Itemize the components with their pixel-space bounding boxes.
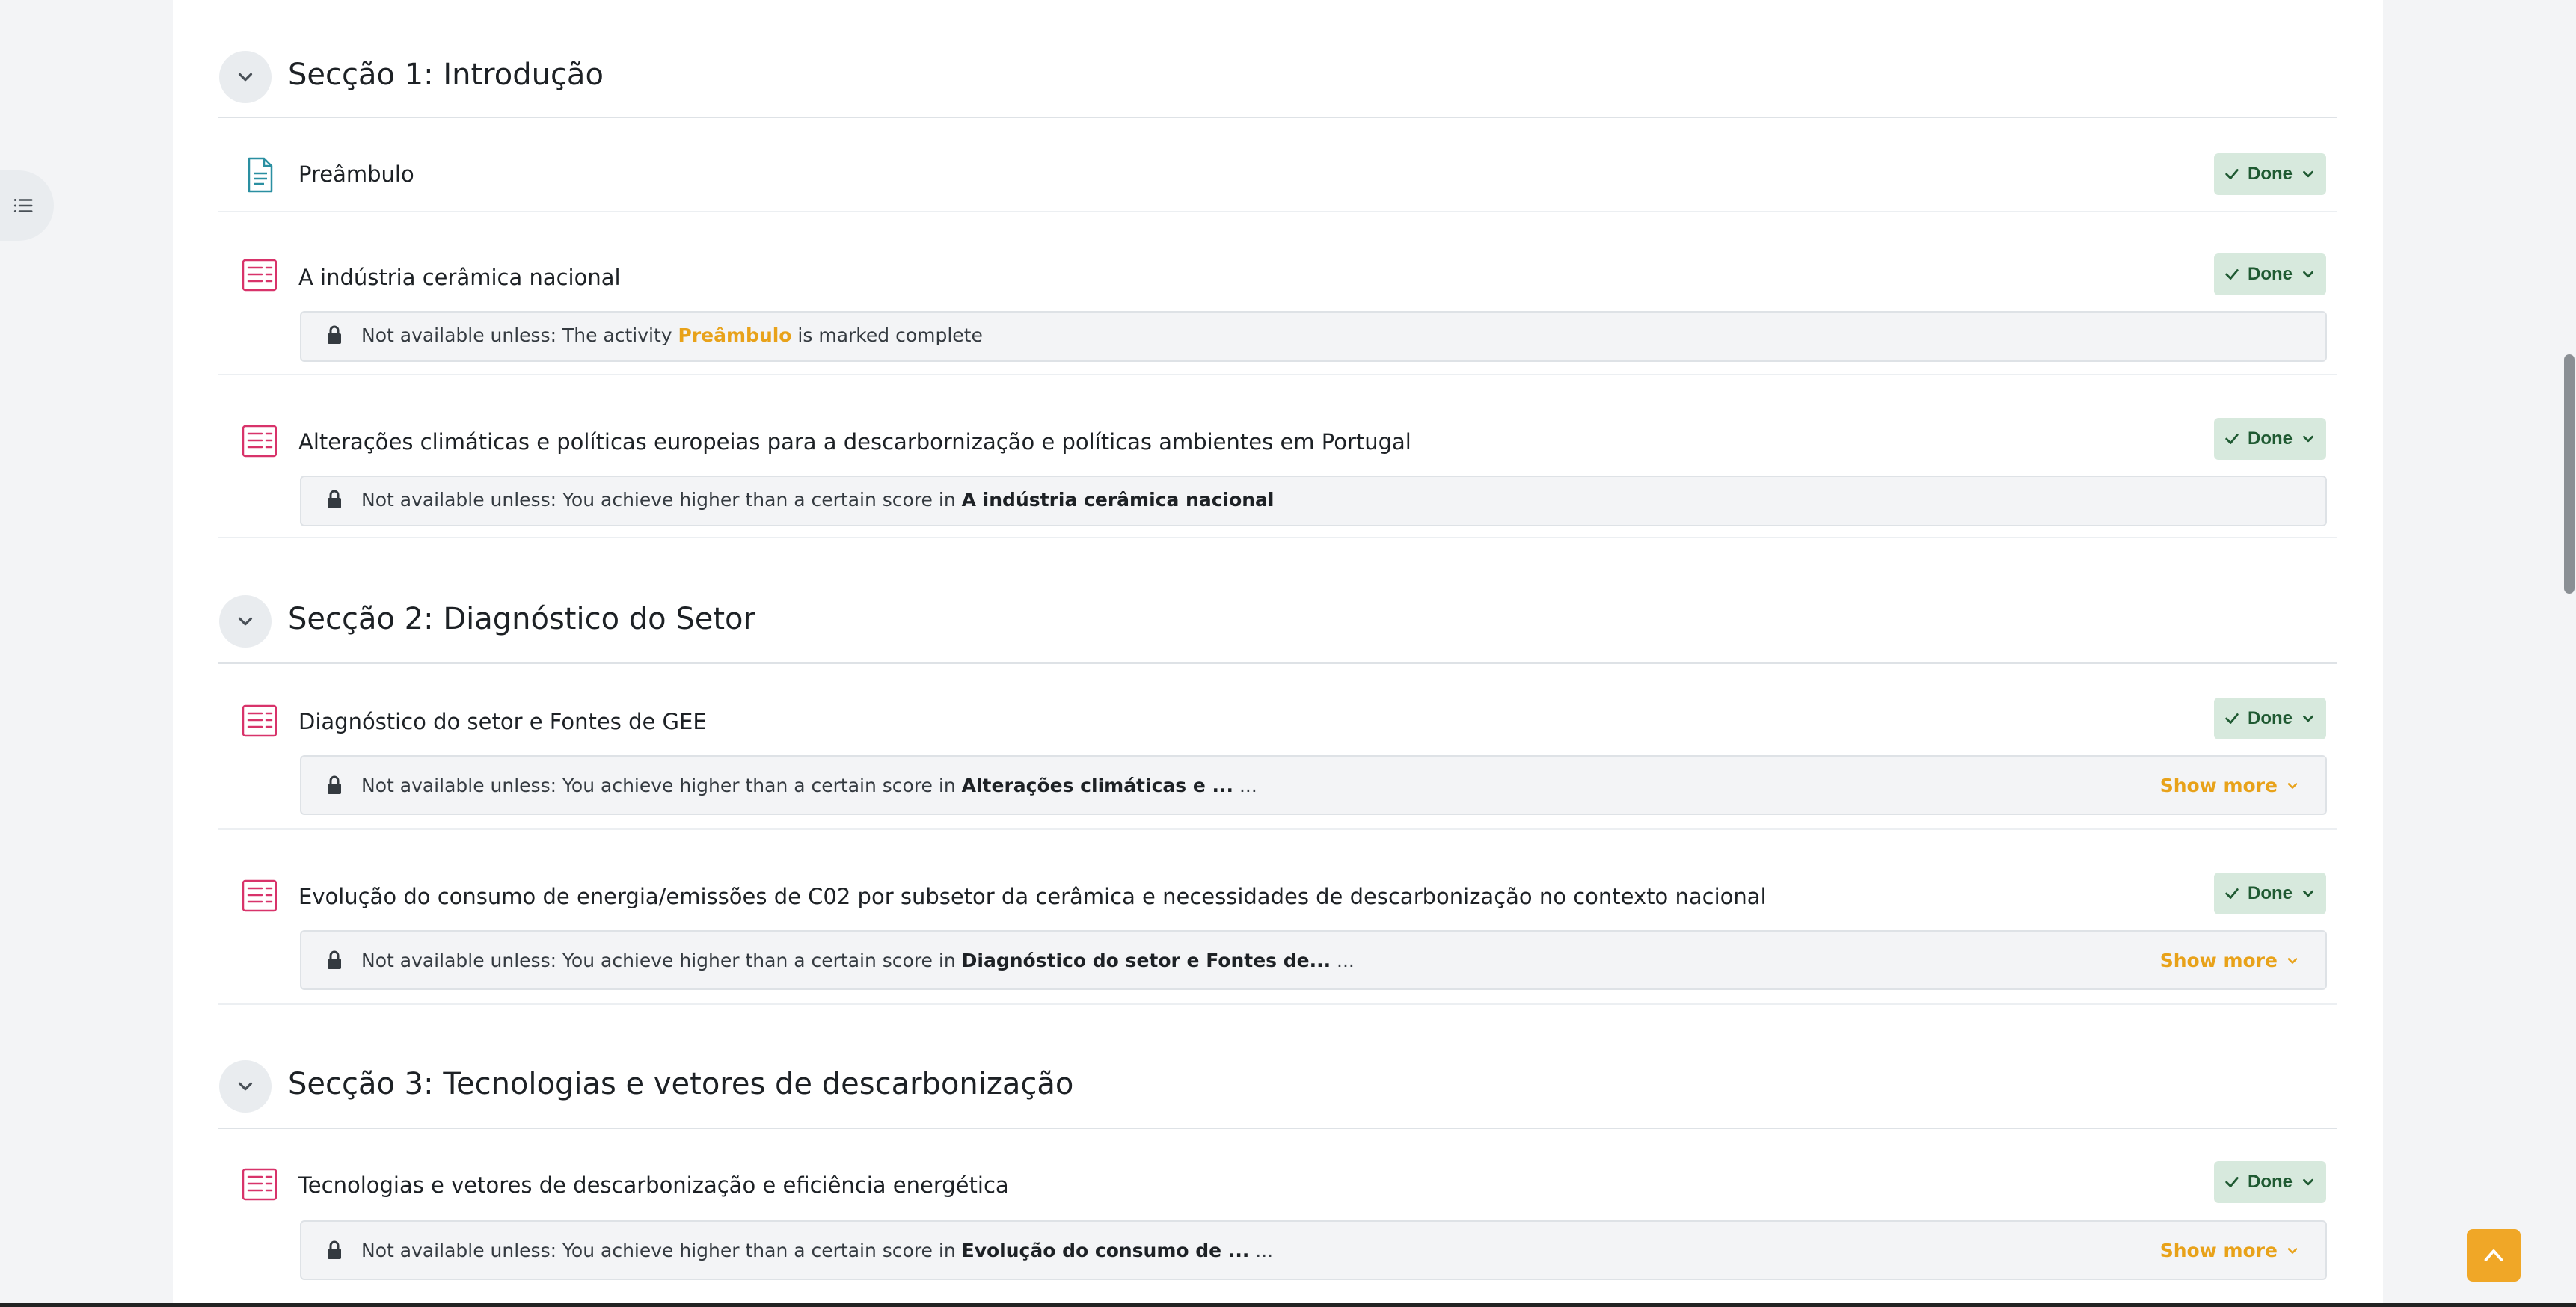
activity-tecnologias-vetores: Tecnologias e vetores de descarbonização…	[218, 1129, 2337, 1303]
done-label: Done	[2248, 708, 2293, 728]
section-3-collapse-button[interactable]	[219, 1060, 272, 1113]
done-label: Done	[2248, 264, 2293, 284]
chevron-down-icon	[238, 1082, 253, 1091]
restriction-info: Not available unless: You achieve higher…	[300, 1220, 2327, 1280]
list-icon	[13, 199, 33, 212]
chevron-down-icon	[2303, 271, 2313, 278]
done-label: Done	[2248, 1172, 2293, 1192]
back-to-top-button[interactable]	[2467, 1229, 2521, 1282]
section-3-header: Secção 3: Tecnologias e vetores de desca…	[218, 1042, 2337, 1129]
activity-link[interactable]: Alterações climáticas e políticas europe…	[298, 429, 1411, 455]
restriction-activity-name: Evolução do consumo de ...	[961, 1240, 1250, 1261]
chevron-down-icon	[238, 617, 253, 626]
completion-done-button[interactable]: Done	[2214, 1161, 2326, 1203]
completion-done-button[interactable]: Done	[2214, 253, 2326, 295]
quiz-icon	[240, 876, 279, 915]
check-icon	[2225, 888, 2239, 899]
restriction-text: Not available unless: The activity Preâm…	[361, 325, 983, 346]
section-3-title[interactable]: Secção 3: Tecnologias e vetores de desca…	[288, 1067, 1073, 1101]
activity-link[interactable]: A indústria cerâmica nacional	[298, 265, 621, 290]
section-1-title[interactable]: Secção 1: Introdução	[288, 58, 604, 92]
page-icon	[240, 156, 279, 194]
check-icon	[2225, 1177, 2239, 1187]
chevron-down-icon	[2287, 1247, 2298, 1254]
check-icon	[2225, 713, 2239, 724]
show-more-link[interactable]: Show more	[2160, 950, 2300, 971]
activity-industria-ceramica: A indústria cerâmica nacional Done Not a…	[218, 212, 2337, 375]
restriction-text: Not available unless: You achieve higher…	[361, 1240, 1274, 1261]
done-label: Done	[2248, 164, 2293, 184]
restriction-text: Not available unless: You achieve higher…	[361, 489, 1275, 511]
quiz-icon	[240, 256, 279, 295]
check-icon	[2225, 269, 2239, 280]
lock-icon	[328, 490, 341, 508]
chevron-down-icon	[2303, 715, 2313, 722]
quiz-icon	[240, 1165, 279, 1204]
chevron-down-icon	[2303, 1178, 2313, 1186]
section-2-header: Secção 2: Diagnóstico do Setor	[218, 577, 2337, 664]
activity-preambulo: Preâmbulo Done	[218, 120, 2337, 212]
chevron-up-icon	[2484, 1249, 2503, 1261]
quiz-icon	[240, 422, 279, 461]
lock-icon	[328, 325, 341, 344]
done-label: Done	[2248, 428, 2293, 449]
restriction-info: Not available unless: You achieve higher…	[300, 930, 2327, 990]
completion-done-button[interactable]: Done	[2214, 418, 2326, 460]
completion-done-button[interactable]: Done	[2214, 873, 2326, 914]
restriction-info: Not available unless: You achieve higher…	[300, 476, 2327, 526]
restriction-text: Not available unless: You achieve higher…	[361, 775, 1257, 796]
section-1-collapse-button[interactable]	[219, 51, 272, 103]
course-index-toggle[interactable]	[0, 170, 54, 241]
section-1-header: Secção 1: Introdução	[218, 31, 2337, 118]
check-icon	[2225, 169, 2239, 179]
activity-link[interactable]: Tecnologias e vetores de descarbonização…	[298, 1172, 1009, 1198]
restriction-info: Not available unless: You achieve higher…	[300, 755, 2327, 815]
activity-link[interactable]: Preâmbulo	[298, 162, 414, 187]
completion-done-button[interactable]: Done	[2214, 698, 2326, 739]
restriction-info: Not available unless: The activity Preâm…	[300, 311, 2327, 362]
chevron-down-icon	[2287, 782, 2298, 789]
lock-icon	[328, 950, 341, 969]
section-2-title[interactable]: Secção 2: Diagnóstico do Setor	[288, 602, 755, 636]
check-icon	[2225, 434, 2239, 444]
restriction-activity-name: A indústria cerâmica nacional	[961, 489, 1275, 511]
window-bottom-edge	[0, 1303, 2576, 1307]
scrollbar-thumb[interactable]	[2564, 354, 2575, 594]
show-more-link[interactable]: Show more	[2160, 1240, 2300, 1261]
chevron-down-icon	[2303, 890, 2313, 897]
activity-link[interactable]: Evolução do consumo de energia/emissões …	[298, 884, 1767, 909]
section-2-collapse-button[interactable]	[219, 595, 272, 648]
restriction-text: Not available unless: You achieve higher…	[361, 950, 1355, 971]
chevron-down-icon	[2303, 435, 2313, 443]
activity-evolucao-consumo: Evolução do consumo de energia/emissões …	[218, 830, 2337, 1005]
chevron-down-icon	[238, 73, 253, 82]
show-more-link[interactable]: Show more	[2160, 775, 2300, 796]
lock-icon	[328, 1240, 341, 1259]
chevron-down-icon	[2303, 170, 2313, 178]
chevron-down-icon	[2287, 957, 2298, 964]
done-label: Done	[2248, 883, 2293, 903]
activity-diagnostico-setor: Diagnóstico do setor e Fontes de GEE Don…	[218, 664, 2337, 830]
quiz-icon	[240, 701, 279, 740]
restriction-activity-link[interactable]: Preâmbulo	[678, 325, 792, 346]
completion-done-button[interactable]: Done	[2214, 153, 2326, 195]
lock-icon	[328, 775, 341, 794]
restriction-activity-name: Alterações climáticas e ...	[961, 775, 1234, 796]
activity-link[interactable]: Diagnóstico do setor e Fontes de GEE	[298, 709, 707, 734]
course-page: Secção 1: Introdução Preâmbulo Done A in…	[173, 0, 2383, 1307]
activity-alteracoes-climaticas: Alterações climáticas e políticas europe…	[218, 375, 2337, 538]
restriction-activity-name: Diagnóstico do setor e Fontes de...	[961, 950, 1331, 971]
